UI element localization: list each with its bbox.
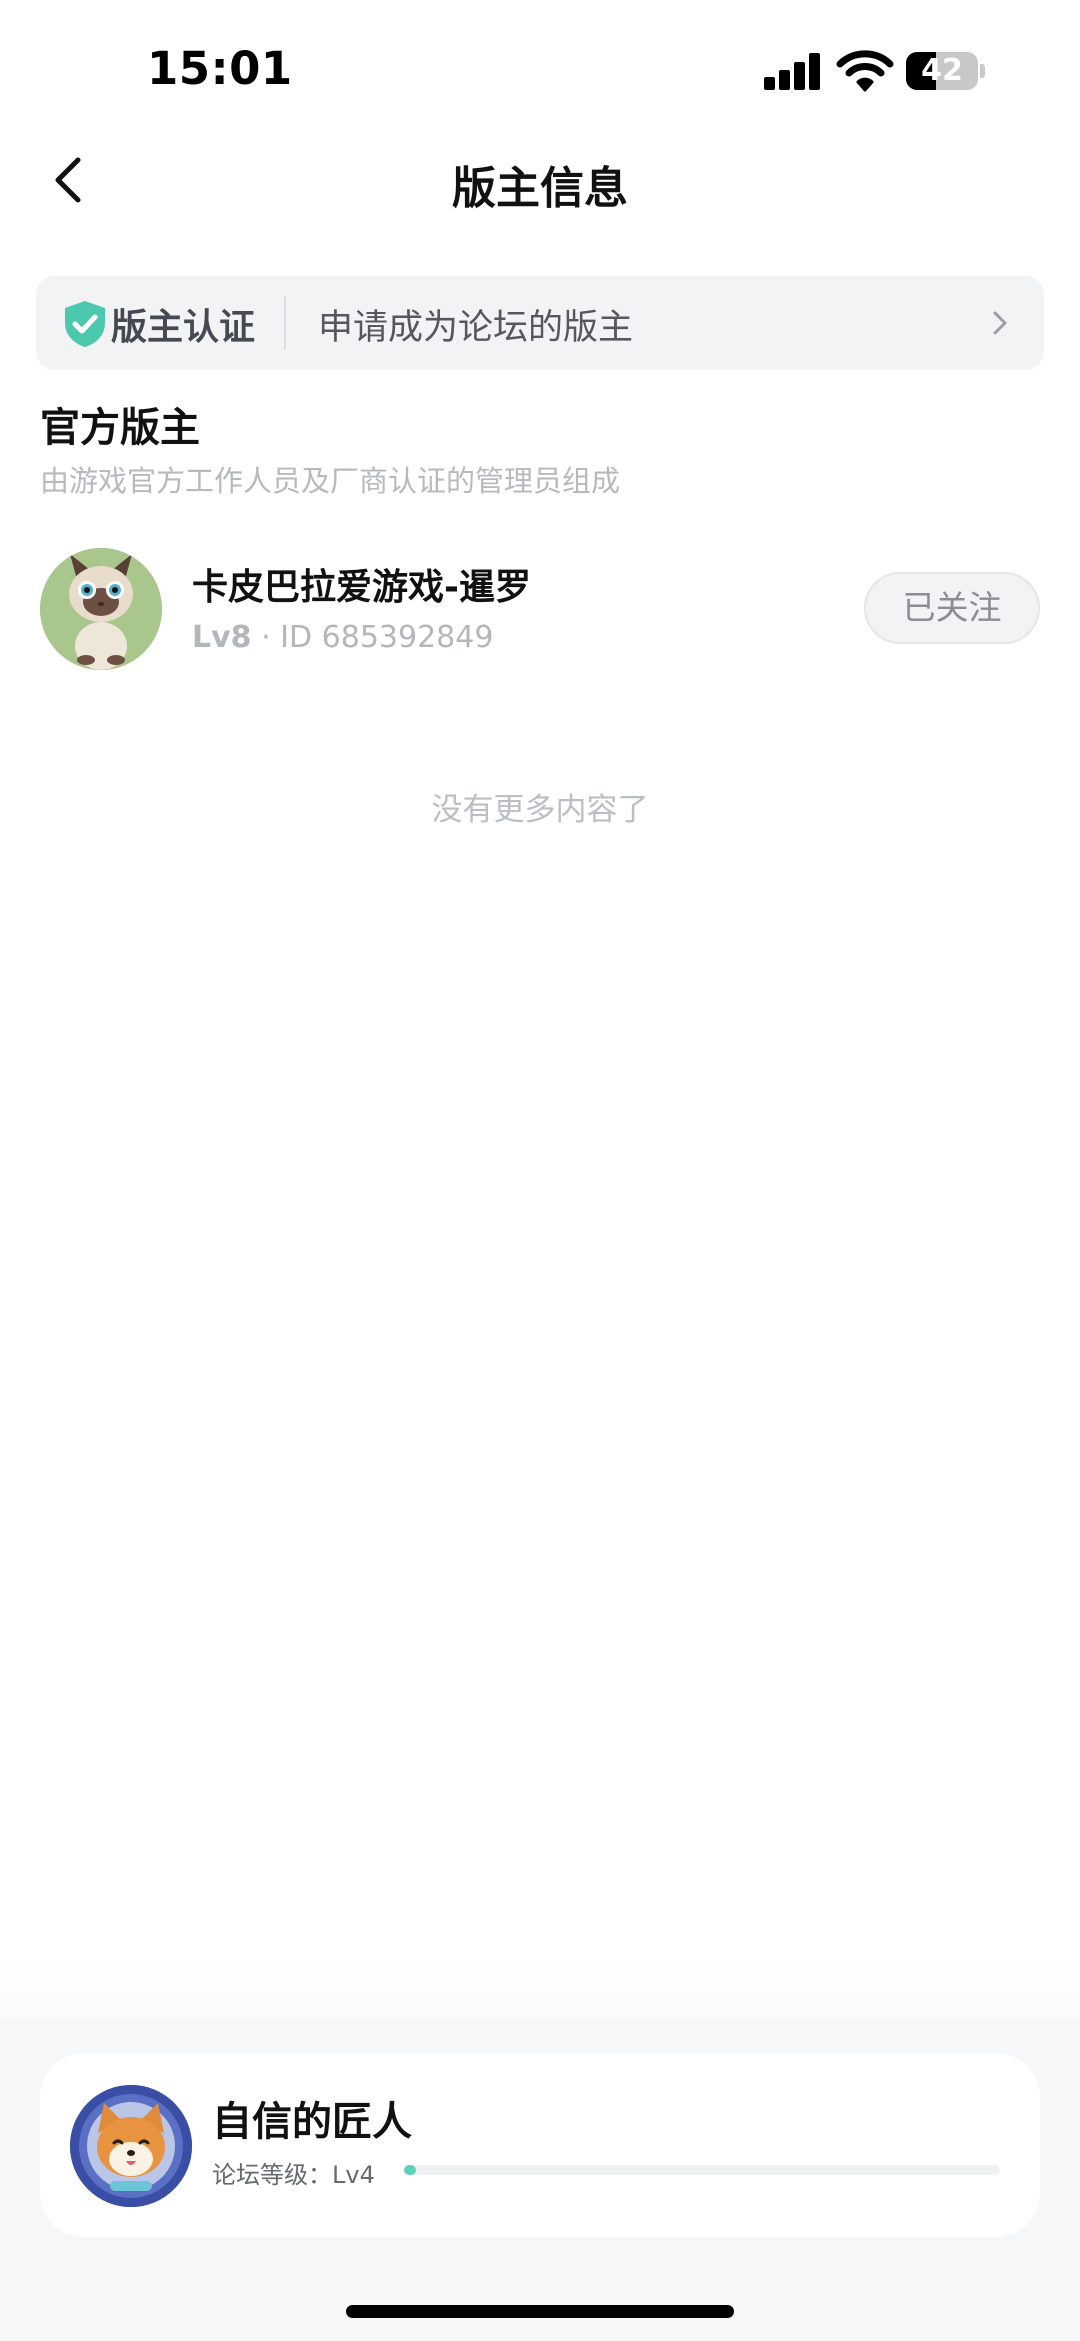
level-progress-bar <box>404 2165 1000 2175</box>
meta-separator: · <box>251 620 281 655</box>
list-end-text: 没有更多内容了 <box>431 792 649 828</box>
moderator-cert-label: 版主认证 <box>111 307 256 348</box>
cellular-signal-icon <box>764 52 822 90</box>
avatar[interactable] <box>40 548 162 670</box>
status-bar: 15:01 42 <box>0 0 1080 130</box>
followed-button[interactable]: 已关注 <box>864 572 1040 644</box>
moderator-meta: Lv8 · ID 685392849 <box>192 620 493 655</box>
battery-icon: 42 <box>906 52 985 90</box>
moderator-level: Lv8 <box>192 620 252 655</box>
status-time: 15:01 <box>147 42 293 95</box>
wifi-icon <box>836 50 894 92</box>
apply-moderator-text: 申请成为论坛的版主 <box>318 308 634 348</box>
user-profile-card[interactable]: 自信的匠人 论坛等级：Lv4 <box>40 2053 1040 2237</box>
forum-level-label: 论坛等级：Lv4 <box>212 2161 375 2189</box>
user-name: 自信的匠人 <box>212 2099 412 2145</box>
home-indicator <box>346 2305 734 2318</box>
divider <box>284 296 286 350</box>
page-title: 版主信息 <box>452 163 628 214</box>
nav-bar: 版主信息 <box>0 130 1080 230</box>
chevron-right-icon <box>993 311 1007 335</box>
moderator-apply-banner[interactable]: 版主认证 申请成为论坛的版主 <box>36 276 1044 370</box>
shield-check-icon <box>65 301 105 347</box>
section-subtitle: 由游戏官方工作人员及厂商认证的管理员组成 <box>40 464 621 498</box>
section-title: 官方版主 <box>40 405 200 451</box>
user-avatar[interactable] <box>70 2085 192 2207</box>
moderator-name: 卡皮巴拉爱游戏-暹罗 <box>192 567 531 608</box>
moderator-id: ID 685392849 <box>280 620 494 655</box>
moderator-row[interactable]: 卡皮巴拉爱游戏-暹罗 Lv8 · ID 685392849 已关注 <box>0 540 1080 680</box>
level-progress-fill <box>404 2165 416 2175</box>
battery-level: 42 <box>921 53 963 88</box>
